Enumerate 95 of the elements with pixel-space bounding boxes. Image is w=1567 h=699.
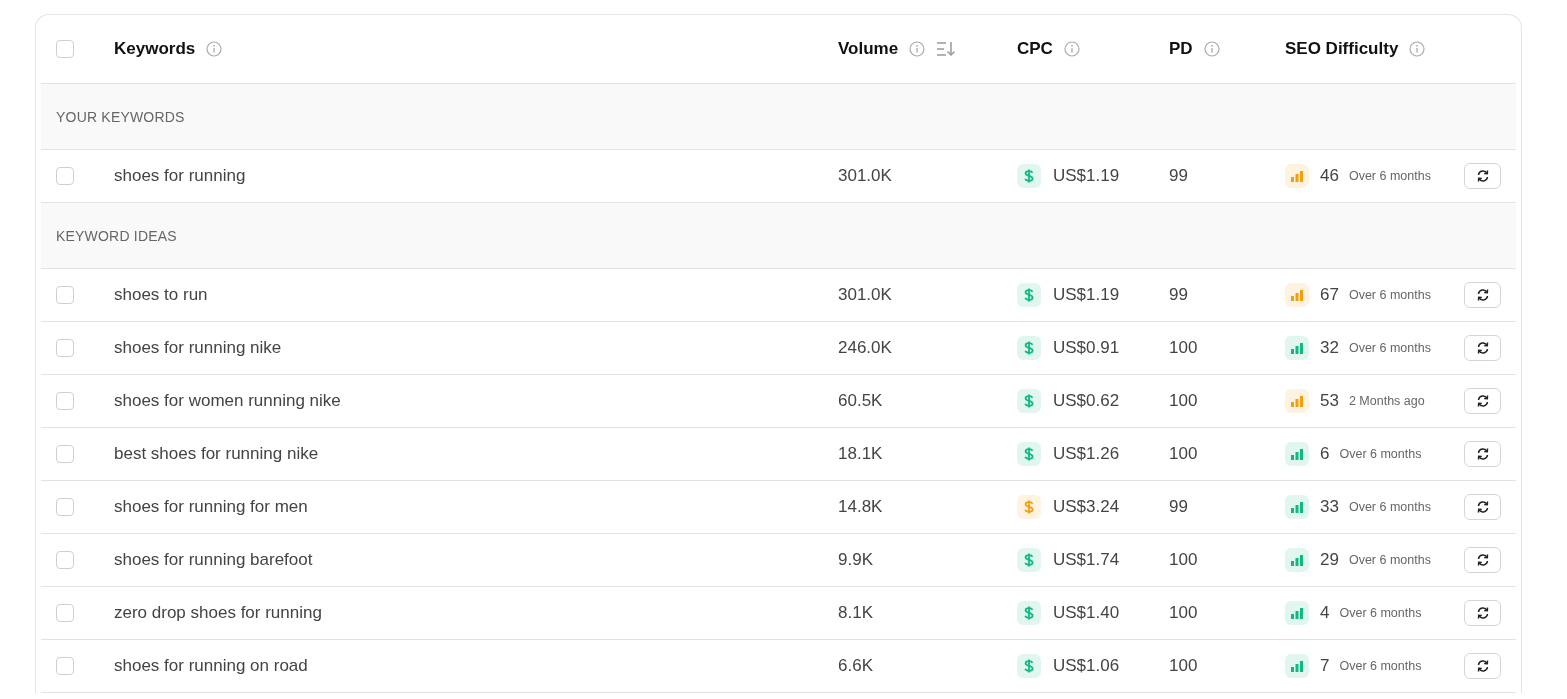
- cpc-cell: US$1.19: [1053, 166, 1120, 186]
- difficulty-score: 4: [1320, 603, 1330, 623]
- difficulty-score: 6: [1320, 444, 1330, 464]
- refresh-icon: [1475, 447, 1490, 461]
- column-header[interactable]: Keywords: [114, 39, 196, 59]
- pd-cell-text: 100: [1169, 444, 1199, 464]
- keyword-cell-text: shoes to run: [114, 285, 209, 305]
- cpc-cell: US$1.19: [1053, 285, 1120, 305]
- refresh-icon: [1475, 606, 1490, 620]
- updated-label: Over 6 months: [1339, 606, 1422, 620]
- info-icon[interactable]: [1203, 41, 1220, 57]
- volume-cell-text: 246.0K: [838, 338, 893, 358]
- checkbox[interactable]: [56, 339, 74, 357]
- refresh-button[interactable]: [1464, 335, 1501, 361]
- refresh-button[interactable]: [1464, 600, 1501, 626]
- checkbox[interactable]: [56, 498, 74, 516]
- cpc-cell: US$1.26: [1053, 444, 1120, 464]
- volume-cell-text: 6.6K: [838, 656, 874, 676]
- keyword-cell-text: shoes for running for men: [114, 497, 309, 517]
- info-icon[interactable]: [1063, 41, 1080, 57]
- checkbox[interactable]: [56, 392, 74, 410]
- refresh-icon: [1475, 169, 1490, 183]
- pd-cell-text: 99: [1169, 166, 1189, 186]
- updated-label: 2 Months ago: [1348, 394, 1425, 408]
- difficulty-score: 33: [1320, 497, 1339, 517]
- cpc-cell: US$3.24: [1053, 497, 1120, 517]
- refresh-icon: [1475, 341, 1490, 355]
- difficulty-score: 46: [1320, 166, 1339, 186]
- column-header[interactable]: SEO Difficulty: [1285, 39, 1399, 59]
- difficulty-score: 67: [1320, 285, 1339, 305]
- keyword-cell-text: shoes for running nike: [114, 338, 283, 358]
- updated-label: Over 6 months: [1339, 659, 1422, 673]
- pd-cell-text: 100: [1169, 550, 1199, 570]
- volume-cell-text: 14.8K: [838, 497, 884, 517]
- cpc-cell: US$1.06: [1053, 656, 1120, 676]
- keyword-cell-text: shoes for running barefoot: [114, 550, 314, 570]
- refresh-button[interactable]: [1464, 441, 1501, 467]
- refresh-icon: [1475, 659, 1490, 673]
- refresh-button[interactable]: [1464, 282, 1501, 308]
- info-icon[interactable]: [1409, 41, 1426, 57]
- refresh-icon: [1475, 553, 1490, 567]
- updated-label: Over 6 months: [1339, 447, 1422, 461]
- updated-label: Over 6 months: [1348, 553, 1431, 567]
- volume-cell-text: 18.1K: [838, 444, 884, 464]
- updated-label: Over 6 months: [1348, 341, 1431, 355]
- keyword-cell-text: shoes for women running nike: [114, 391, 342, 411]
- info-icon[interactable]: [909, 41, 926, 57]
- pd-cell-text: 99: [1169, 497, 1189, 517]
- updated-label: Over 6 months: [1348, 169, 1431, 183]
- keyword-cell-text: best shoes for running nike: [114, 444, 320, 464]
- difficulty-score: 29: [1320, 550, 1339, 570]
- checkbox[interactable]: [56, 40, 74, 58]
- refresh-icon: [1475, 288, 1490, 302]
- pd-cell-text: 100: [1169, 391, 1199, 411]
- checkbox[interactable]: [56, 551, 74, 569]
- pd-cell-text: 100: [1169, 338, 1199, 358]
- difficulty-score: 53: [1320, 391, 1339, 411]
- section-title: KEYWORD IDEAS: [56, 227, 177, 244]
- refresh-button[interactable]: [1464, 653, 1501, 679]
- volume-cell-text: 301.0K: [838, 166, 893, 186]
- difficulty-score: 32: [1320, 338, 1339, 358]
- difficulty-score: 7: [1320, 656, 1330, 676]
- pd-cell-text: 99: [1169, 285, 1189, 305]
- sort-icon[interactable]: [936, 41, 957, 57]
- refresh-button[interactable]: [1464, 388, 1501, 414]
- updated-label: Over 6 months: [1348, 288, 1431, 302]
- keyword-cell-text: shoes for running on road: [114, 656, 309, 676]
- refresh-icon: [1475, 394, 1490, 408]
- cpc-cell: US$1.40: [1053, 603, 1120, 623]
- volume-cell-text: 60.5K: [838, 391, 884, 411]
- checkbox[interactable]: [56, 657, 74, 675]
- pd-cell-text: 100: [1169, 603, 1199, 623]
- column-header[interactable]: Volume: [838, 39, 899, 59]
- refresh-button[interactable]: [1464, 494, 1501, 520]
- pd-cell-text: 100: [1169, 656, 1199, 676]
- checkbox[interactable]: [56, 167, 74, 185]
- updated-label: Over 6 months: [1348, 500, 1431, 514]
- info-icon[interactable]: [206, 41, 223, 57]
- keyword-cell-text: shoes for running: [114, 166, 247, 186]
- cpc-cell: US$0.62: [1053, 391, 1120, 411]
- column-header[interactable]: CPC: [1017, 39, 1053, 59]
- checkbox[interactable]: [56, 604, 74, 622]
- volume-cell-text: 9.9K: [838, 550, 874, 570]
- refresh-icon: [1475, 500, 1490, 514]
- checkbox[interactable]: [56, 286, 74, 304]
- volume-cell-text: 8.1K: [838, 603, 874, 623]
- refresh-button[interactable]: [1464, 163, 1501, 189]
- volume-cell-text: 301.0K: [838, 285, 893, 305]
- cpc-cell: US$0.91: [1053, 338, 1120, 358]
- cpc-cell: US$1.74: [1053, 550, 1120, 570]
- refresh-button[interactable]: [1464, 547, 1501, 573]
- section-title: YOUR KEYWORDS: [56, 108, 185, 125]
- keyword-cell-text: zero drop shoes for running: [114, 603, 323, 623]
- column-header[interactable]: PD: [1169, 39, 1193, 59]
- checkbox[interactable]: [56, 445, 74, 463]
